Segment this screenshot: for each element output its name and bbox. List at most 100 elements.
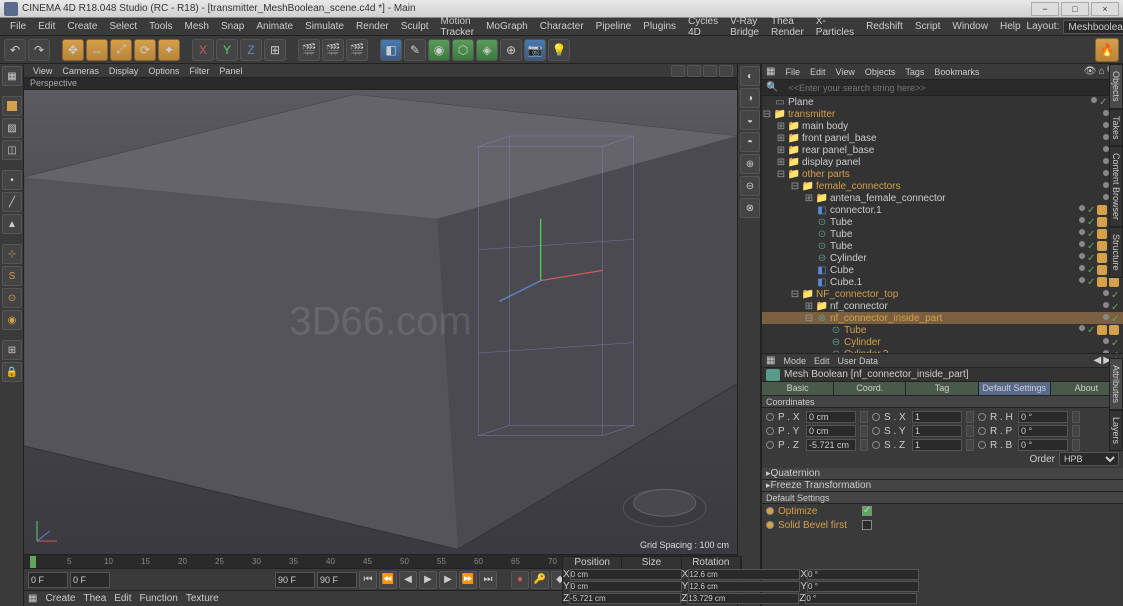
tag-c[interactable]: ✓ <box>1087 325 1095 333</box>
render-region[interactable]: 🎬 <box>322 39 344 61</box>
attr-menu-mode[interactable]: Mode <box>779 356 810 366</box>
deformer-tool[interactable]: ◈ <box>476 39 498 61</box>
rp-anim[interactable] <box>978 427 986 435</box>
maximize-button[interactable]: □ <box>1061 2 1089 16</box>
expander[interactable]: ⊞ <box>776 133 786 144</box>
rb-anim[interactable] <box>978 441 986 449</box>
sx-input[interactable] <box>912 411 962 423</box>
rtab-attributes[interactable]: Attributes <box>1109 358 1123 410</box>
menu-thea-render[interactable]: Thea Render <box>765 16 810 38</box>
menu-window[interactable]: Window <box>946 21 994 32</box>
tag-o[interactable] <box>1097 241 1107 251</box>
z-axis-lock[interactable]: Z <box>240 39 262 61</box>
tag-g[interactable] <box>1103 338 1109 344</box>
tag-o[interactable] <box>1097 253 1107 263</box>
prev-key[interactable]: ⏪ <box>379 571 397 589</box>
rh-anim[interactable] <box>978 413 986 421</box>
obj-menu-edit[interactable]: Edit <box>806 67 830 77</box>
tag-g[interactable] <box>1103 290 1109 296</box>
bb-edit[interactable]: Edit <box>114 593 131 604</box>
tree-row[interactable]: ⊟📁female_connectors✓ <box>762 180 1123 192</box>
tag-c[interactable]: ✓ <box>1087 217 1095 225</box>
expander[interactable]: ⊟ <box>762 109 772 120</box>
vp-nav4[interactable] <box>719 65 733 77</box>
rh-spin[interactable] <box>1072 411 1080 423</box>
menu-help[interactable]: Help <box>994 21 1027 32</box>
tag-o[interactable] <box>1097 325 1107 335</box>
x-axis-lock[interactable]: X <box>192 39 214 61</box>
rp-spin[interactable] <box>1072 425 1080 437</box>
vp-menu-filter[interactable]: Filter <box>184 66 214 76</box>
solid-check[interactable] <box>862 520 872 530</box>
pz-spin[interactable] <box>860 439 868 451</box>
mt2[interactable]: ◑ <box>740 88 760 108</box>
pz-input[interactable] <box>806 439 856 451</box>
environment-tool[interactable]: ⊕ <box>500 39 522 61</box>
tag-c[interactable]: ✓ <box>1087 265 1095 273</box>
locked-mode[interactable]: 🔒 <box>2 362 22 382</box>
optimize-anim[interactable] <box>766 507 774 515</box>
tag-c[interactable]: ✓ <box>1111 314 1119 322</box>
tag-o[interactable] <box>1109 325 1119 335</box>
vp-nav2[interactable] <box>687 65 701 77</box>
tag-c[interactable]: ✓ <box>1087 229 1095 237</box>
obj-icon2[interactable]: ⌂ <box>1099 66 1105 77</box>
tree-row[interactable]: ⊞📁display panel✓ <box>762 156 1123 168</box>
minimize-button[interactable]: − <box>1031 2 1059 16</box>
tag-g[interactable] <box>1079 253 1085 259</box>
menu-edit[interactable]: Edit <box>32 21 61 32</box>
redo-button[interactable]: ↷ <box>28 39 50 61</box>
cp-pos[interactable] <box>570 581 682 592</box>
menu-select[interactable]: Select <box>103 21 143 32</box>
quaternion-section[interactable]: ▸ Quaternion <box>762 468 1123 480</box>
select-tool[interactable]: ✥ <box>62 39 84 61</box>
undo-button[interactable]: ↶ <box>4 39 26 61</box>
model-mode[interactable] <box>2 96 22 116</box>
snap-toggle[interactable]: ⊙ <box>2 288 22 308</box>
light-tool[interactable]: 💡 <box>548 39 570 61</box>
objects-tree[interactable]: ▭Plane✓⊟📁transmitter✓⊞📁main body✓⊞📁front… <box>762 96 1123 354</box>
next-frame[interactable]: ▶ <box>439 571 457 589</box>
obj-menu-objects[interactable]: Objects <box>861 67 900 77</box>
tree-row[interactable]: ◧Cube.1✓ <box>762 276 1123 288</box>
cp-size[interactable] <box>687 593 799 604</box>
tree-row[interactable]: ⊞📁antena_female_connector✓ <box>762 192 1123 204</box>
coord-system[interactable]: ⊞ <box>264 39 286 61</box>
sz-input[interactable] <box>912 439 962 451</box>
obj-icon1[interactable]: 👁 <box>1084 66 1097 77</box>
tag-o[interactable] <box>1097 217 1107 227</box>
tree-row[interactable]: ⊞📁nf_connector✓ <box>762 300 1123 312</box>
sz-spin[interactable] <box>966 439 974 451</box>
order-select[interactable]: HPB <box>1059 452 1119 466</box>
tree-row[interactable]: ◧connector.1✓ <box>762 204 1123 216</box>
expander[interactable]: ⊞ <box>776 121 786 132</box>
viewport-tab[interactable]: Perspective <box>24 78 737 90</box>
pz-anim[interactable] <box>766 441 774 449</box>
tree-row[interactable]: ▭Plane✓ <box>762 96 1123 108</box>
scale-tool[interactable]: ⤢ <box>110 39 132 61</box>
nurbs-tool[interactable]: ◉ <box>428 39 450 61</box>
cp-pos[interactable] <box>569 593 681 604</box>
rtab-structure[interactable]: Structure <box>1109 227 1123 278</box>
render-settings[interactable]: 🎬 <box>346 39 368 61</box>
tag-g[interactable] <box>1103 302 1109 308</box>
next-key[interactable]: ⏩ <box>459 571 477 589</box>
tag-c[interactable]: ✓ <box>1111 302 1119 310</box>
expander[interactable]: ⊟ <box>776 169 786 180</box>
tree-row[interactable]: ⊞📁main body✓ <box>762 120 1123 132</box>
layout-dropdown[interactable]: Meshboolean_01 (User) <box>1063 20 1123 34</box>
generator-tool[interactable]: ⬡ <box>452 39 474 61</box>
cp-rot[interactable] <box>807 581 919 592</box>
rtab-takes[interactable]: Takes <box>1109 109 1123 147</box>
range-start-input[interactable] <box>28 572 68 588</box>
menu-pipeline[interactable]: Pipeline <box>590 21 638 32</box>
menu-v-ray-bridge[interactable]: V-Ray Bridge <box>724 16 765 38</box>
workplane-mode[interactable]: ◫ <box>2 140 22 160</box>
tag-c[interactable]: ✓ <box>1111 290 1119 298</box>
mt6[interactable]: ⊖ <box>740 176 760 196</box>
tag-g[interactable] <box>1079 217 1085 223</box>
rotate-tool[interactable]: ⟳ <box>134 39 156 61</box>
menu-mesh[interactable]: Mesh <box>179 21 215 32</box>
render-view[interactable]: 🎬 <box>298 39 320 61</box>
menu-motion-tracker[interactable]: Motion Tracker <box>435 16 481 38</box>
